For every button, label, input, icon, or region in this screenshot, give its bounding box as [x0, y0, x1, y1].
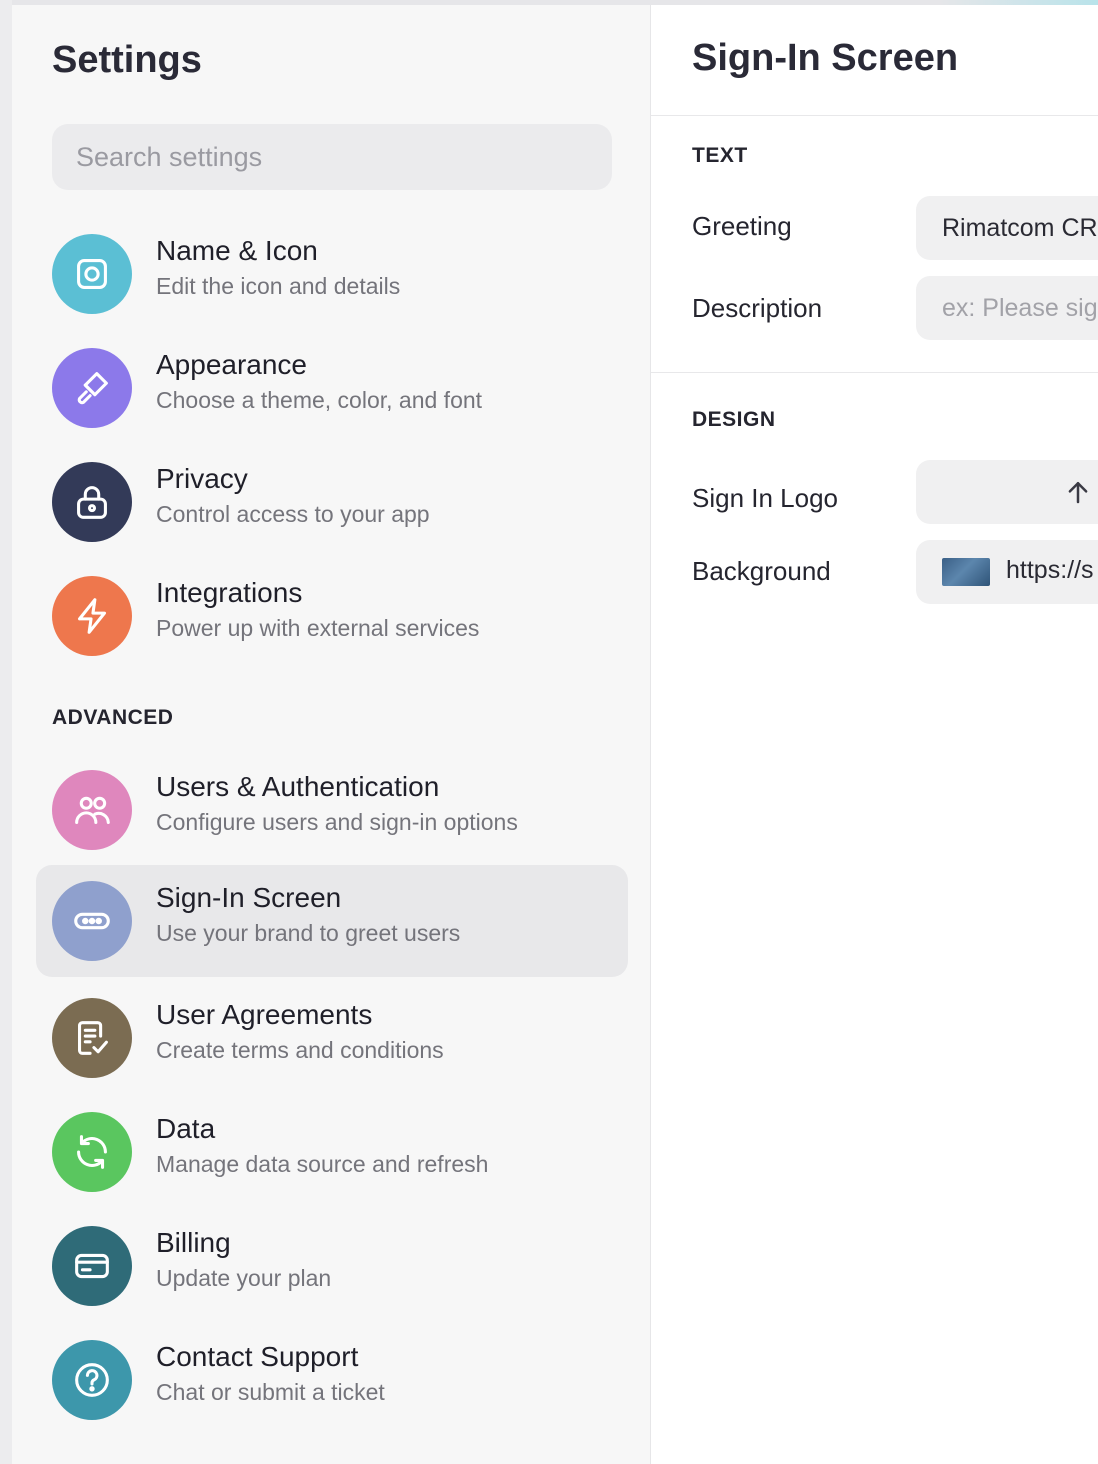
- greeting-input[interactable]: [916, 196, 1098, 260]
- nav-item-integrations[interactable]: Integrations Power up with external serv…: [36, 560, 628, 672]
- description-input[interactable]: [916, 276, 1098, 340]
- nav-item-title: Data: [156, 1113, 216, 1144]
- nav-item-appearance[interactable]: Appearance Choose a theme, color, and fo…: [36, 332, 628, 444]
- nav-item-subtitle: Edit the icon and details: [156, 273, 401, 299]
- sign-in-logo-upload[interactable]: [916, 460, 1098, 524]
- nav-item-name-icon[interactable]: Name & Icon Edit the icon and details: [36, 218, 628, 330]
- camera-square-icon: [52, 234, 132, 314]
- nav-item-title: Sign-In Screen: [156, 882, 342, 913]
- arrow-up-icon: [1068, 482, 1088, 504]
- nav-item-subtitle: Choose a theme, color, and font: [156, 387, 483, 413]
- users-icon: [52, 770, 132, 850]
- design-section-label: DESIGN: [692, 408, 776, 431]
- help-circle-icon: [52, 1340, 132, 1420]
- nav-item-user-agreements[interactable]: User Agreements Create terms and conditi…: [36, 982, 628, 1094]
- advanced-section-label: ADVANCED: [52, 706, 174, 729]
- search-box[interactable]: [52, 124, 612, 190]
- text-section-label: TEXT: [692, 144, 748, 167]
- nav-item-title: User Agreements: [156, 999, 373, 1030]
- nav-item-title: Users & Authentication: [156, 771, 440, 802]
- divider: [651, 372, 1098, 373]
- window-edge: [0, 0, 12, 1464]
- nav-item-subtitle: Chat or submit a ticket: [156, 1379, 385, 1405]
- nav-item-subtitle: Update your plan: [156, 1265, 332, 1291]
- lock-icon: [52, 462, 132, 542]
- background-label: Background: [692, 556, 831, 586]
- greeting-field[interactable]: [916, 196, 1098, 260]
- nav-item-users-authentication[interactable]: Users & Authentication Configure users a…: [36, 754, 628, 866]
- nav-item-subtitle: Use your brand to greet users: [156, 920, 461, 946]
- nav-item-contact-support[interactable]: Contact Support Chat or submit a ticket: [36, 1324, 628, 1436]
- nav-item-subtitle: Configure users and sign-in options: [156, 809, 518, 835]
- nav-item-subtitle: Manage data source and refresh: [156, 1151, 489, 1177]
- document-check-icon: [52, 998, 132, 1078]
- paintbrush-icon: [52, 348, 132, 428]
- nav-item-title: Appearance: [156, 349, 308, 380]
- lightning-icon: [52, 576, 132, 656]
- nav-item-sign-in-screen[interactable]: Sign-In Screen Use your brand to greet u…: [36, 865, 628, 977]
- nav-item-data[interactable]: Data Manage data source and refresh: [36, 1096, 628, 1208]
- greeting-label: Greeting: [692, 211, 792, 241]
- sign-in-logo-label: Sign In Logo: [692, 483, 839, 513]
- credit-card-icon: [52, 1226, 132, 1306]
- nav-item-subtitle: Power up with external services: [156, 615, 480, 641]
- search-input[interactable]: [52, 141, 612, 173]
- nav-item-subtitle: Control access to your app: [156, 501, 430, 527]
- background-thumbnail: [942, 558, 990, 586]
- settings-sidebar: Settings Name & Icon Edit the icon and d…: [12, 5, 651, 1464]
- description-label: Description: [692, 293, 823, 323]
- sign-in-screen-panel: Sign-In Screen TEXT Greeting Description…: [651, 5, 1098, 1464]
- panel-title: Sign-In Screen: [692, 37, 959, 79]
- description-field[interactable]: [916, 276, 1098, 340]
- nav-item-privacy[interactable]: Privacy Control access to your app: [36, 446, 628, 558]
- nav-item-title: Name & Icon: [156, 235, 318, 266]
- nav-item-title: Contact Support: [156, 1341, 359, 1372]
- nav-item-title: Integrations: [156, 577, 303, 608]
- nav-item-title: Privacy: [156, 463, 248, 494]
- nav-item-subtitle: Create terms and conditions: [156, 1037, 444, 1063]
- background-field[interactable]: https://s: [916, 540, 1098, 604]
- refresh-icon: [52, 1112, 132, 1192]
- nav-item-billing[interactable]: Billing Update your plan: [36, 1210, 628, 1322]
- password-field-icon: [52, 881, 132, 961]
- nav-item-title: Billing: [156, 1227, 231, 1258]
- background-url: https://s: [1006, 556, 1094, 584]
- sidebar-title: Settings: [52, 39, 202, 81]
- divider: [651, 115, 1098, 116]
